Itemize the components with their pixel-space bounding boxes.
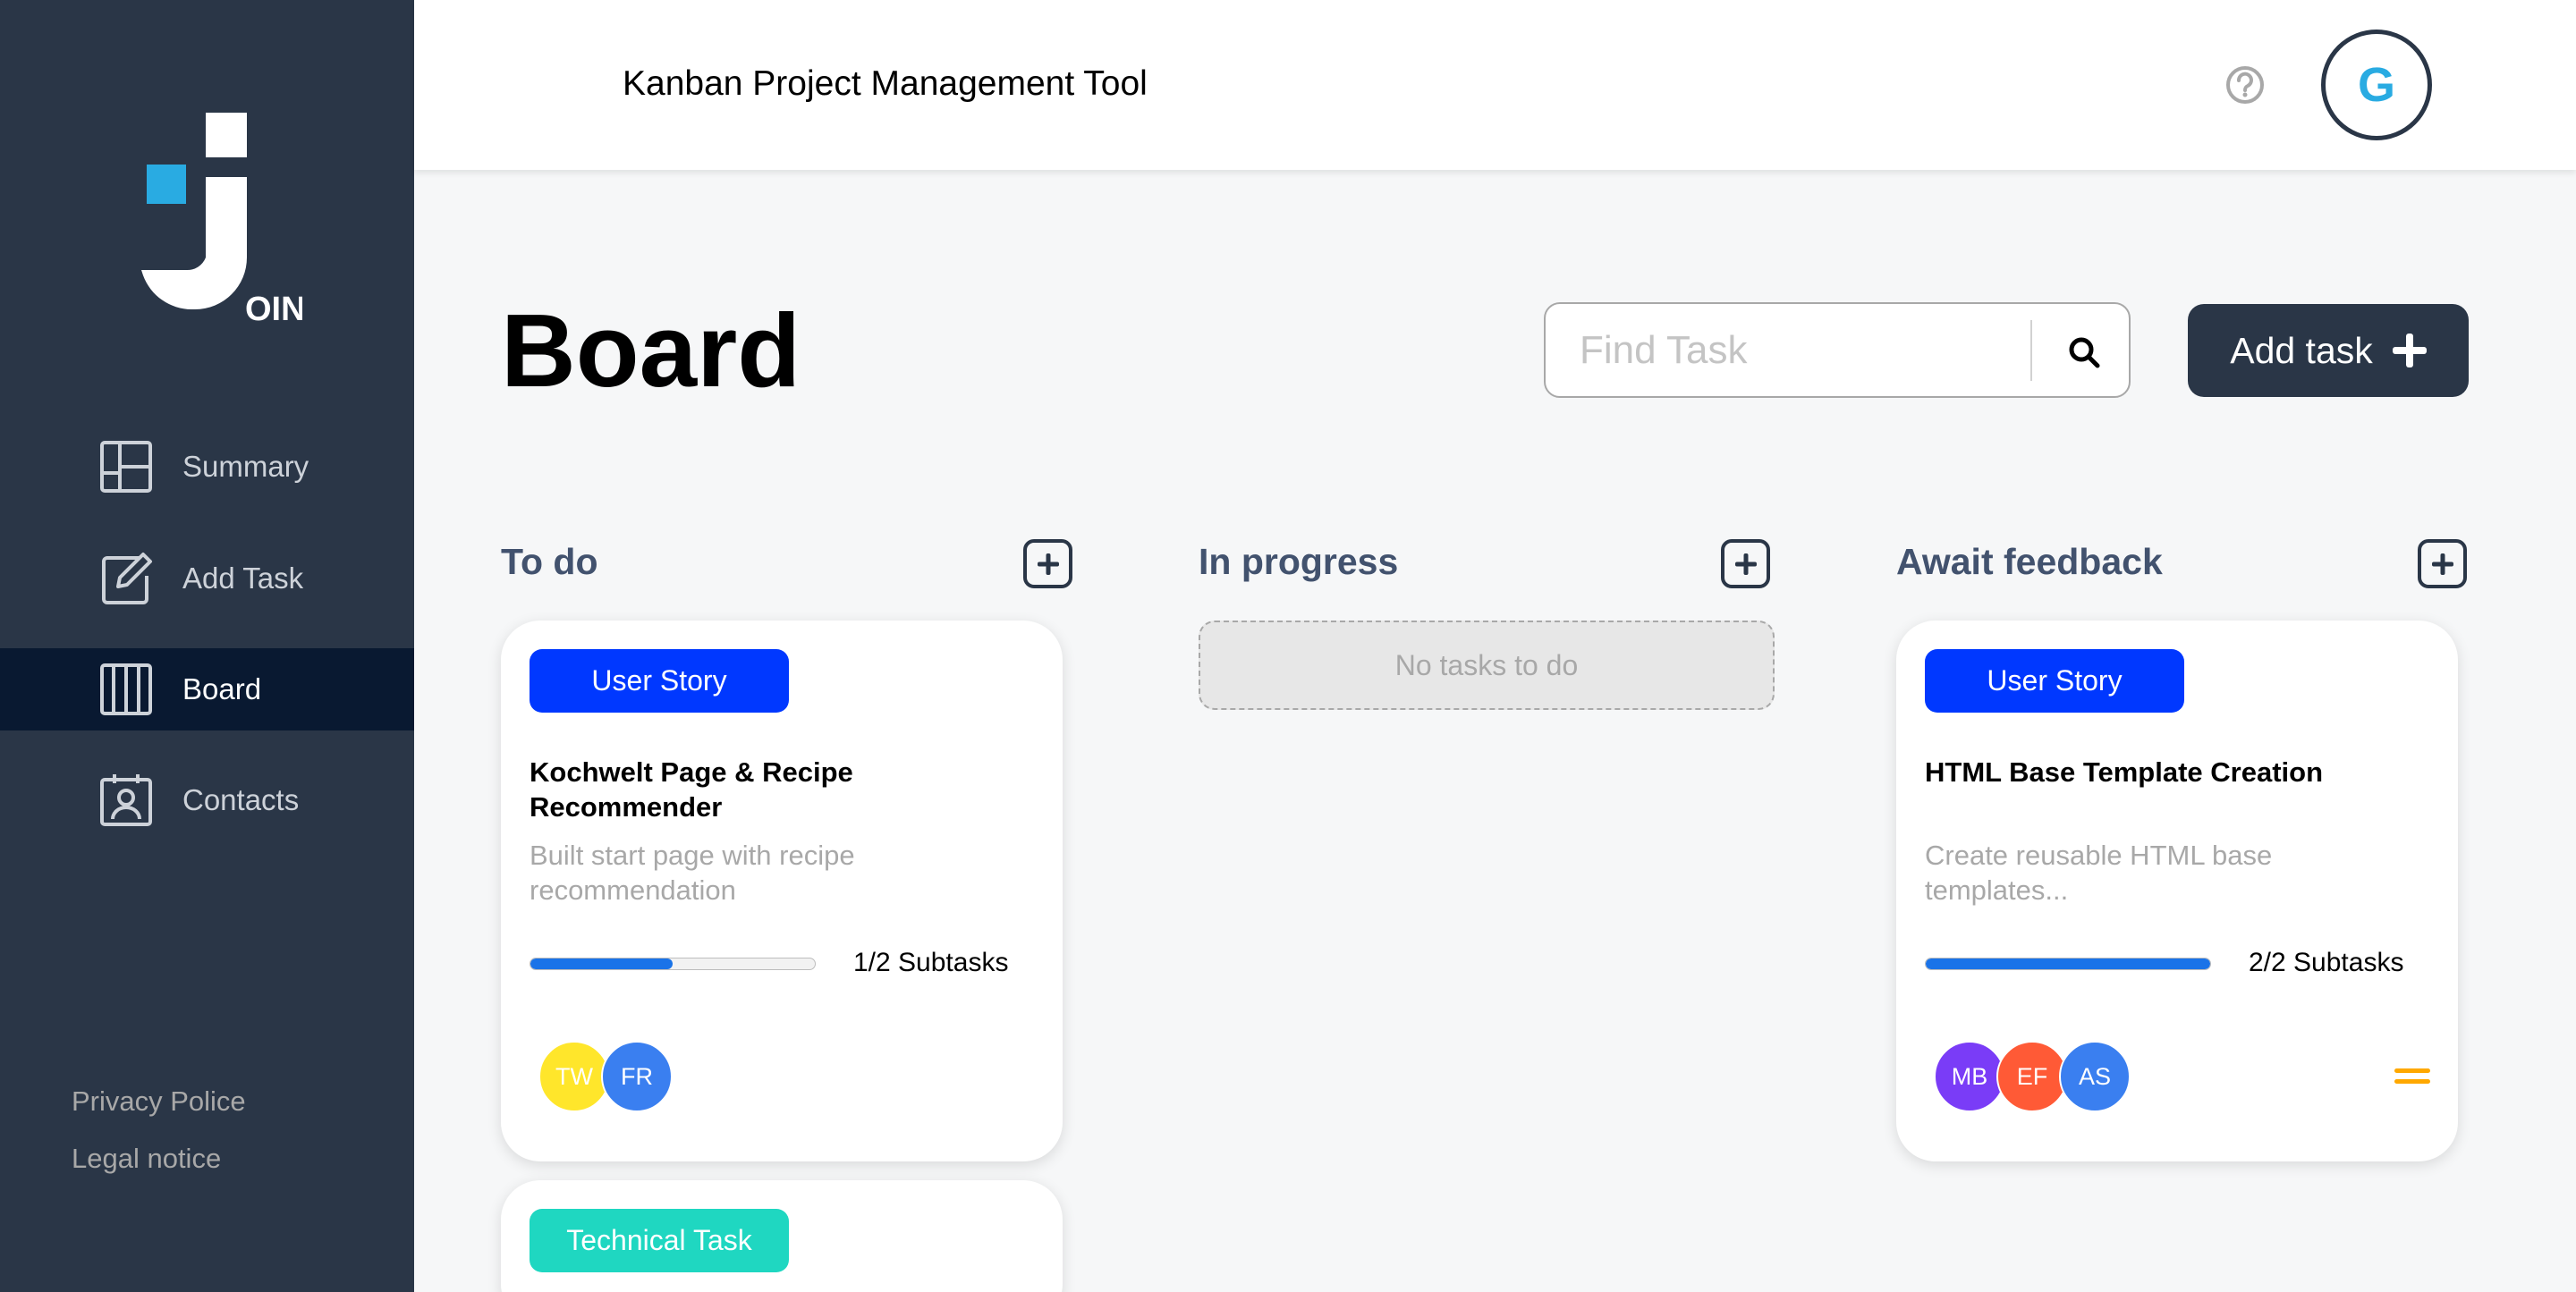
logo-text: OIN xyxy=(245,291,302,328)
empty-column-placeholder: No tasks to do xyxy=(1199,621,1775,710)
search-box xyxy=(1544,302,2131,398)
column-title-todo: To do xyxy=(501,541,598,582)
join-logo: OIN xyxy=(141,113,302,328)
contacts-icon xyxy=(100,774,152,826)
assignee-avatar: MB xyxy=(1934,1041,2005,1112)
assignee-avatar: TW xyxy=(538,1041,610,1112)
sidebar-item-label: Summary xyxy=(182,450,309,483)
plus-icon xyxy=(2392,334,2427,367)
search-icon[interactable] xyxy=(2066,334,2102,370)
user-avatar[interactable]: G xyxy=(2321,30,2432,140)
subtask-progress-fill xyxy=(530,958,673,969)
add-task-button[interactable]: Add task xyxy=(2188,304,2469,397)
priority-medium-icon xyxy=(2394,1068,2430,1084)
column-title-in-progress: In progress xyxy=(1199,541,1399,582)
page-title: Board xyxy=(501,292,801,409)
plus-icon xyxy=(2431,553,2453,575)
add-task-icon xyxy=(102,553,152,604)
top-header: Kanban Project Management Tool G xyxy=(414,0,2576,170)
subtask-count: 1/2 Subtasks xyxy=(853,948,1009,977)
add-task-todo-button[interactable] xyxy=(1023,539,1072,588)
category-label: User Story xyxy=(530,649,789,713)
help-icon[interactable] xyxy=(2225,65,2265,105)
sidebar-item-board[interactable]: Board xyxy=(0,648,414,730)
search-divider xyxy=(2030,320,2032,381)
assignee-avatar: EF xyxy=(1996,1041,2068,1112)
subtask-progress-bar xyxy=(1925,958,2211,970)
plus-icon xyxy=(1037,553,1059,575)
add-task-in-progress-button[interactable] xyxy=(1721,539,1770,588)
card-description: Create reusable HTML base templates... xyxy=(1925,840,2273,906)
subtask-progress-bar xyxy=(530,958,816,970)
task-card[interactable]: User Story HTML Base Template Creation C… xyxy=(1896,621,2458,1161)
sidebar-item-contacts[interactable]: Contacts xyxy=(0,759,414,841)
subtask-progress-fill xyxy=(1926,958,2210,969)
privacy-policy-link[interactable]: Privacy Police xyxy=(72,1085,246,1118)
sidebar-item-add-task[interactable]: Add Task xyxy=(0,537,414,620)
assignee-list: TW FR xyxy=(538,1041,673,1112)
card-title: HTML Base Template Creation xyxy=(1925,756,2324,788)
sidebar-item-label: Contacts xyxy=(182,783,300,816)
subtask-count: 2/2 Subtasks xyxy=(2249,948,2404,977)
task-card[interactable]: User Story Kochwelt Page & Recipe Recomm… xyxy=(501,621,1063,1161)
category-label: User Story xyxy=(1925,649,2184,713)
plus-icon xyxy=(1734,553,1757,575)
category-label: Technical Task xyxy=(530,1209,789,1272)
add-task-await-feedback-button[interactable] xyxy=(2418,539,2467,588)
assignee-avatar: FR xyxy=(601,1041,673,1112)
card-description: Built start page with recipe recommendat… xyxy=(530,840,855,906)
assignee-list: MB EF AS xyxy=(1934,1041,2131,1112)
add-task-button-label: Add task xyxy=(2230,329,2373,371)
assignee-avatar: AS xyxy=(2059,1041,2131,1112)
board-icon xyxy=(100,663,152,715)
legal-notice-link[interactable]: Legal notice xyxy=(72,1143,221,1175)
column-title-await-feedback: Await feedback xyxy=(1896,541,2163,582)
sidebar-item-summary[interactable]: Summary xyxy=(0,426,414,508)
card-title: Kochwelt Page & Recipe Recommender xyxy=(530,756,853,823)
search-input[interactable] xyxy=(1580,324,2027,377)
sidebar-item-label: Board xyxy=(182,672,262,705)
summary-icon xyxy=(100,441,152,493)
sidebar: OIN Summary Add Task Board Contacts Priv… xyxy=(0,0,414,1292)
task-card[interactable]: Technical Task xyxy=(501,1180,1063,1292)
sidebar-item-label: Add Task xyxy=(182,562,304,595)
header-title: Kanban Project Management Tool xyxy=(623,64,1148,103)
